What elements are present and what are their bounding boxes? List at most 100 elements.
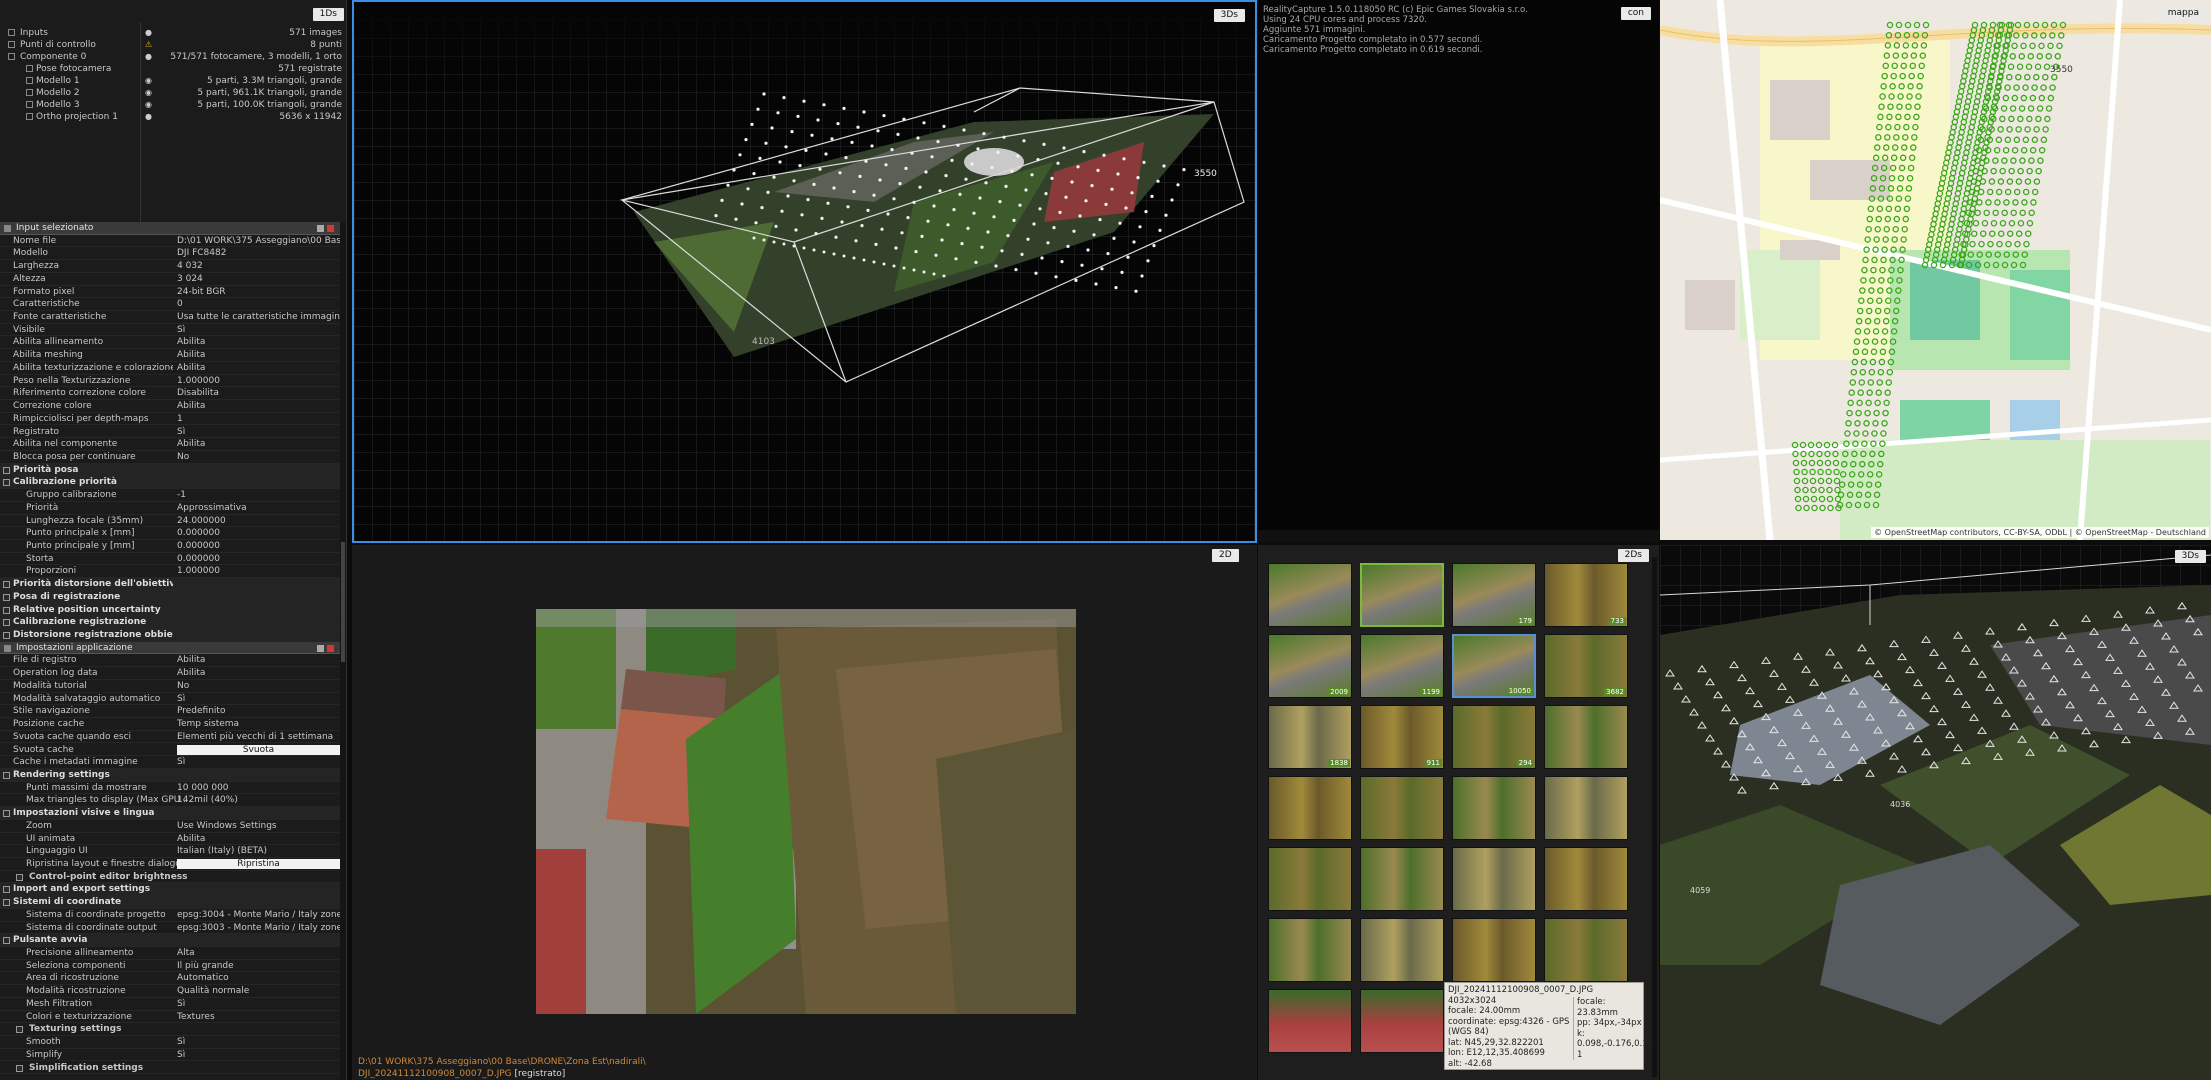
property-value[interactable]: 1.000000 bbox=[177, 565, 340, 578]
close-icon[interactable] bbox=[327, 225, 334, 232]
property-value[interactable]: Qualità normale bbox=[177, 985, 340, 998]
image-thumbnail[interactable]: 179 bbox=[1452, 563, 1536, 627]
image-thumbnail[interactable] bbox=[1452, 776, 1536, 840]
property-row[interactable]: Calibrazione priorità bbox=[0, 476, 340, 490]
view-label-2ds[interactable]: 2Ds bbox=[1617, 549, 1649, 562]
property-value[interactable]: Use Windows Settings bbox=[177, 820, 340, 833]
property-row[interactable]: Operation log data Abilita bbox=[0, 667, 340, 680]
tree-item[interactable]: Componente 0 ● 571/571 fotocamere, 3 model… bbox=[0, 51, 345, 63]
expand-icon[interactable] bbox=[26, 101, 33, 108]
property-row[interactable]: Smooth Sì bbox=[0, 1036, 340, 1049]
property-row[interactable]: Lunghezza focale (35mm) 24.000000 bbox=[0, 515, 340, 528]
property-row[interactable]: Sistemi di coordinate bbox=[0, 896, 340, 909]
property-row[interactable]: Visibile Sì bbox=[0, 324, 340, 337]
property-row[interactable]: Abilita texturizzazione e colorazione Abi… bbox=[0, 362, 340, 375]
property-value[interactable]: Sì bbox=[177, 426, 340, 439]
property-row[interactable]: Control-point editor brightness enhancin… bbox=[0, 871, 340, 884]
tree-item[interactable]: Modello 2 ◉ 5 parti, 961.1K triangoli, gra… bbox=[0, 87, 345, 99]
property-row[interactable]: Gruppo calibrazione -1 bbox=[0, 489, 340, 502]
property-value[interactable]: Sì bbox=[177, 324, 340, 337]
property-row[interactable]: Rimpicciolisci per depth-maps 1 bbox=[0, 413, 340, 426]
expand-icon[interactable] bbox=[8, 41, 15, 48]
property-value[interactable]: Temp sistema bbox=[177, 718, 340, 731]
expand-icon[interactable] bbox=[16, 1064, 23, 1072]
property-row[interactable]: Ripristina layout e finestre dialogo Ripr… bbox=[0, 858, 340, 871]
property-value[interactable]: 24.000000 bbox=[177, 515, 340, 528]
view-label-1ds[interactable]: 1Ds bbox=[312, 8, 344, 21]
property-row[interactable]: Linguaggio UI Italian (Italy) (BETA) bbox=[0, 845, 340, 858]
property-row[interactable]: Priorità Approssimativa bbox=[0, 502, 340, 515]
property-value[interactable]: Il più grande bbox=[177, 960, 340, 973]
property-row[interactable]: Modalità salvataggio automatico Sì bbox=[0, 693, 340, 706]
view-label-con[interactable]: con bbox=[1620, 7, 1651, 20]
property-value[interactable]: Disabilita bbox=[177, 387, 340, 400]
image-thumbnail[interactable]: 1199 bbox=[1360, 634, 1444, 698]
expand-icon[interactable] bbox=[3, 606, 10, 614]
property-value[interactable]: Italian (Italy) (BETA) bbox=[177, 845, 340, 858]
property-value[interactable]: 0.000000 bbox=[177, 553, 340, 566]
property-row[interactable]: Correzione colore Abilita bbox=[0, 400, 340, 413]
property-row[interactable]: Modalità tutorial No bbox=[0, 680, 340, 693]
property-row[interactable]: Sistema di coordinate progetto epsg:3004 … bbox=[0, 909, 340, 922]
image-thumbnail[interactable] bbox=[1268, 847, 1352, 911]
property-row[interactable]: Proporzioni 1.000000 bbox=[0, 565, 340, 579]
property-value[interactable]: epsg:3004 - Monte Mario / Italy zone 2 bbox=[177, 909, 340, 922]
property-value[interactable]: Elementi più vecchi di 1 settimana bbox=[177, 731, 340, 744]
image-thumbnail[interactable]: 10050 bbox=[1452, 634, 1536, 698]
image-thumbnail[interactable]: 3682 bbox=[1544, 634, 1628, 698]
view-label-2d[interactable]: 2D bbox=[1212, 549, 1239, 562]
image-thumbnail[interactable] bbox=[1544, 705, 1628, 769]
view-label-mappa[interactable]: mappa bbox=[2160, 7, 2206, 20]
image-thumbnail[interactable] bbox=[1268, 989, 1352, 1053]
property-row[interactable]: Punti massimi da mostrare 10 000 000 bbox=[0, 782, 340, 795]
property-row[interactable]: Modello DJI FC8482 bbox=[0, 247, 340, 261]
property-value[interactable]: Abilita bbox=[177, 438, 340, 451]
property-value[interactable]: 1 bbox=[177, 413, 340, 426]
property-row[interactable]: Cache i metadati immagine Sì bbox=[0, 756, 340, 769]
expand-icon[interactable] bbox=[8, 53, 15, 60]
property-row[interactable]: Seleziona componenti Il più grande bbox=[0, 960, 340, 973]
expand-icon[interactable] bbox=[3, 937, 10, 945]
property-row[interactable]: Distorsione registrazione obbiettivo bbox=[0, 629, 340, 642]
restore-icon[interactable] bbox=[317, 225, 324, 232]
property-row[interactable]: Abilita meshing Abilita bbox=[0, 349, 340, 362]
viewport-3d-main[interactable]: 3550 4103 3Ds bbox=[352, 0, 1257, 543]
map-attribution[interactable]: © OpenStreetMap contributors, CC-BY-SA, … bbox=[1871, 527, 2209, 538]
property-row[interactable]: Caratteristiche 0 bbox=[0, 298, 340, 311]
property-value[interactable]: 24-bit BGR bbox=[177, 286, 340, 299]
property-row[interactable]: Zoom Use Windows Settings bbox=[0, 820, 340, 833]
property-value[interactable]: 1.000000 bbox=[177, 375, 340, 388]
expand-icon[interactable] bbox=[16, 1026, 23, 1034]
property-row[interactable]: Mesh Filtration Sì bbox=[0, 998, 340, 1011]
close-icon[interactable] bbox=[327, 644, 334, 652]
property-row[interactable]: Relative position uncertainty bbox=[0, 603, 340, 617]
expand-icon[interactable] bbox=[3, 479, 10, 487]
property-value[interactable]: Abilita bbox=[177, 336, 340, 349]
property-value[interactable]: D:\01 WORK\375 Asseggiano\00 Base\... bbox=[177, 235, 340, 248]
property-value[interactable]: 0.000000 bbox=[177, 540, 340, 553]
property-value[interactable]: 0.000000 bbox=[177, 527, 340, 540]
property-row[interactable]: Priorità distorsione dell'obiettivo bbox=[0, 578, 340, 591]
property-value[interactable]: Predefinito bbox=[177, 705, 340, 718]
tree-item[interactable]: Modello 1 ◉ 5 parti, 3.3M triangoli, grand… bbox=[0, 75, 345, 87]
property-value[interactable]: Sì bbox=[177, 756, 340, 769]
image-thumbnail[interactable]: 733 bbox=[1544, 563, 1628, 627]
property-row[interactable]: Sistema di coordinate output epsg:3003 - … bbox=[0, 922, 340, 935]
property-value[interactable]: DJI FC8482 bbox=[177, 247, 340, 260]
properties-scrollbar[interactable] bbox=[340, 222, 346, 1080]
property-row[interactable]: Impostazioni visive e lingua bbox=[0, 807, 340, 820]
property-row[interactable]: Formato pixel 24-bit BGR bbox=[0, 286, 340, 299]
image-thumbnail[interactable] bbox=[1544, 847, 1628, 911]
property-value[interactable]: Automatico bbox=[177, 972, 340, 985]
property-value[interactable]: -1 bbox=[177, 489, 340, 502]
property-row[interactable]: Riferimento correzione colore Disabilita bbox=[0, 387, 340, 401]
expand-icon[interactable] bbox=[3, 632, 10, 640]
property-row[interactable]: Svuota cache quando esci Elementi più vec… bbox=[0, 731, 340, 744]
property-value[interactable]: 3 024 bbox=[177, 273, 340, 286]
expand-icon[interactable] bbox=[3, 593, 10, 601]
property-row[interactable]: Priorità posa bbox=[0, 463, 340, 477]
image-thumbnail[interactable] bbox=[1452, 847, 1536, 911]
expand-icon[interactable] bbox=[3, 899, 10, 907]
property-value[interactable]: epsg:3003 - Monte Mario / Italy zone 1 bbox=[177, 922, 340, 935]
image-thumbnail[interactable] bbox=[1360, 563, 1444, 627]
